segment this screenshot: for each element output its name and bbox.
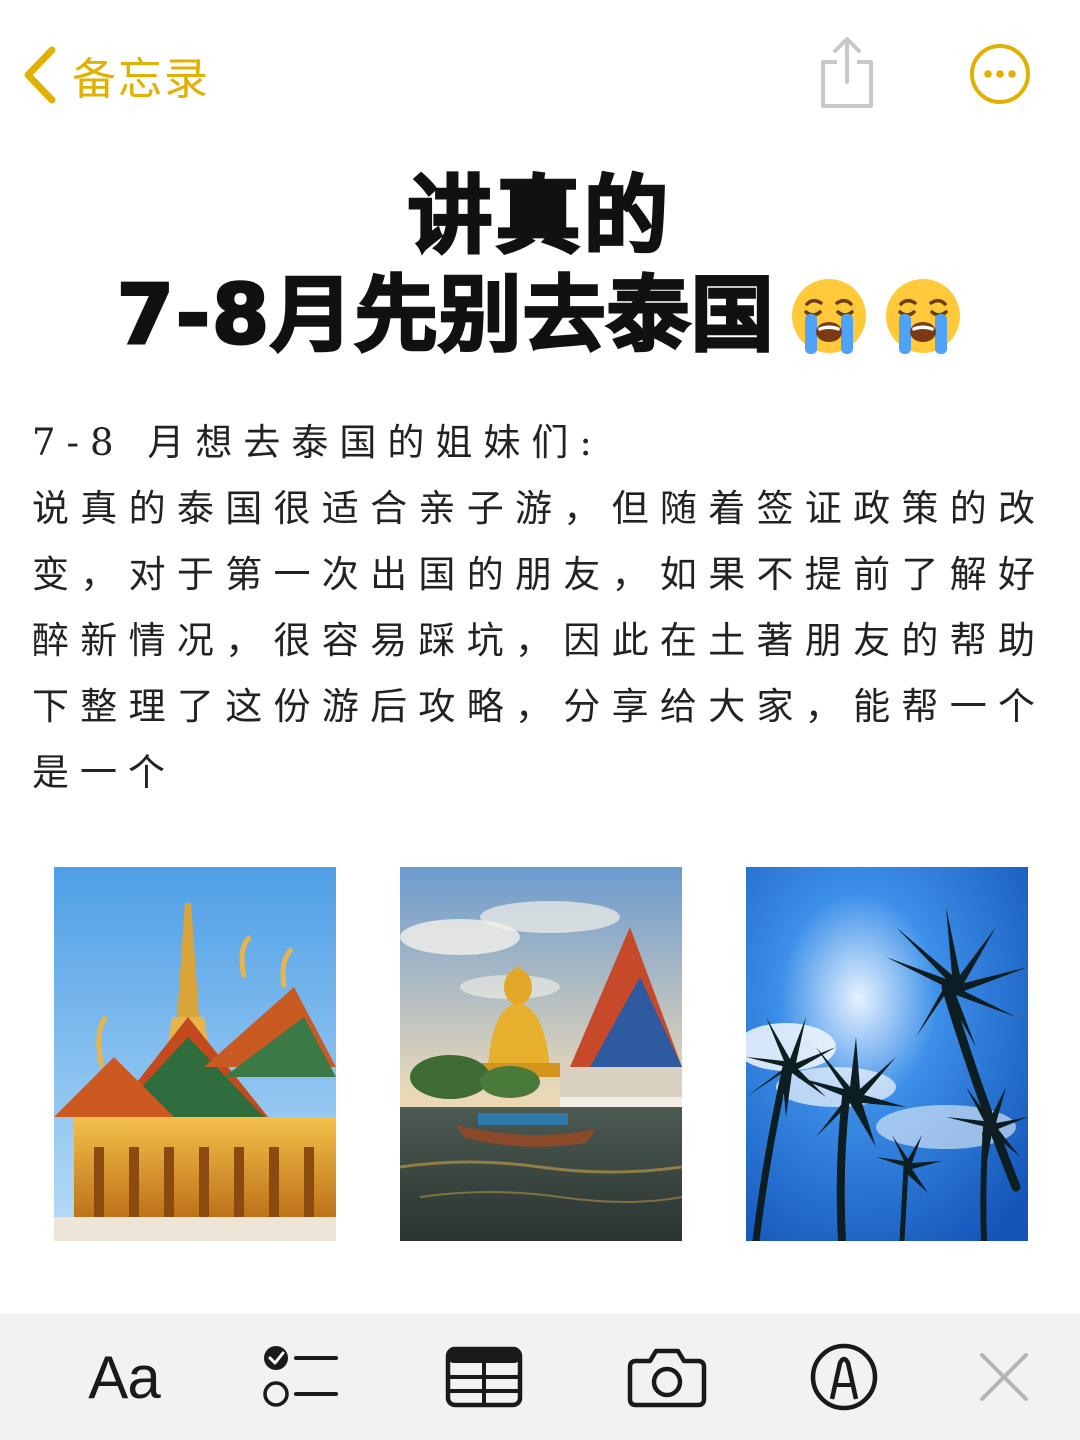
temple-image (54, 867, 336, 1241)
notes-page: 备忘录 讲真的 7-8月先别去泰国 7-8 月想去泰国的姐妹们: 说真的泰国很适… (0, 0, 1080, 1440)
more-options-button[interactable] (968, 42, 1032, 106)
note-intro-line: 7-8 月想去泰国的姐妹们: (32, 421, 603, 464)
photo-buddha-canal[interactable] (400, 867, 682, 1241)
close-keyboard-button[interactable] (972, 1342, 1036, 1412)
note-title-line-2-row: 7-8月先别去泰国 (0, 267, 1080, 365)
buddha-canal-image (400, 867, 682, 1241)
palm-trees-image (746, 867, 1028, 1241)
bottom-toolbar: Aa (0, 1314, 1080, 1440)
photo-temple[interactable] (54, 867, 336, 1241)
share-button[interactable] (815, 34, 879, 110)
share-icon (821, 37, 873, 108)
table-icon (445, 1346, 523, 1408)
camera-button[interactable] (626, 1342, 708, 1412)
navigation-bar: 备忘录 (0, 0, 1080, 140)
format-icon: Aa (88, 1343, 160, 1411)
close-icon (980, 1353, 1028, 1401)
note-body[interactable]: 7-8 月想去泰国的姐妹们: 说真的泰国很适合亲子游，但随着签证政策的改变，对于… (32, 410, 1046, 806)
camera-icon (627, 1348, 707, 1408)
back-label: 备忘录 (72, 54, 210, 105)
note-title-line-1: 讲真的 (406, 167, 672, 266)
back-button[interactable]: 备忘录 (22, 40, 210, 110)
markup-button[interactable] (808, 1342, 880, 1412)
more-icon (970, 44, 1030, 104)
note-title-line-2: 7-8月先别去泰国 (115, 267, 776, 365)
checklist-button[interactable] (262, 1342, 342, 1412)
markup-icon (810, 1343, 878, 1411)
format-button[interactable]: Aa (82, 1342, 166, 1412)
checklist-icon (263, 1346, 338, 1407)
chevron-left-icon (24, 46, 56, 104)
table-button[interactable] (444, 1342, 524, 1412)
crying-face-emoji-icon (886, 279, 961, 354)
photo-palm-trees[interactable] (746, 867, 1028, 1241)
note-paragraph: 说真的泰国很适合亲子游，但随着签证政策的改变，对于第一次出国的朋友，如果不提前了… (32, 487, 1046, 794)
crying-face-emoji-icon (792, 279, 867, 354)
